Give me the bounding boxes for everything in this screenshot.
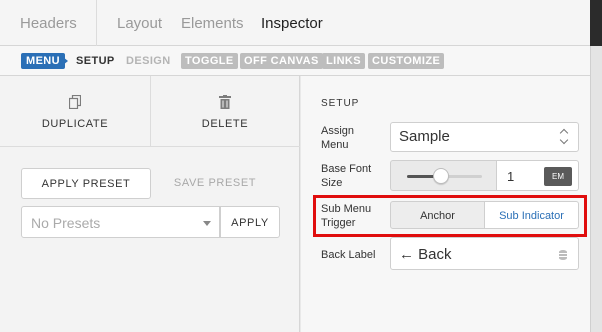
presets-select[interactable]: No Presets: [21, 206, 220, 238]
save-preset-button[interactable]: SAVE PRESET: [150, 168, 280, 199]
subnav-design[interactable]: DESIGN: [126, 53, 171, 69]
assign-menu-select[interactable]: Sample: [390, 122, 579, 152]
delete-button[interactable]: DELETE: [150, 76, 300, 147]
font-size-input[interactable]: 1 EM: [497, 160, 579, 191]
trigger-option-sub-indicator[interactable]: Sub Indicator: [485, 201, 579, 229]
tab-divider: [96, 0, 97, 46]
back-label-input[interactable]: ← Back: [390, 237, 579, 270]
back-label-label: Back Label: [321, 249, 376, 261]
assign-menu-value: Sample: [399, 128, 450, 145]
tab-elements[interactable]: Elements: [181, 0, 244, 46]
tab-headers[interactable]: Headers: [20, 0, 77, 46]
back-label-value: ← Back: [399, 246, 452, 263]
duplicate-button[interactable]: DUPLICATE: [0, 76, 150, 147]
subnav-off-canvas[interactable]: OFF CANVAS: [240, 53, 323, 69]
duplicate-label: DUPLICATE: [41, 118, 109, 130]
sub-nav: MENU SETUP DESIGN TOGGLE OFF CANVAS LINK…: [0, 46, 590, 76]
action-row: DUPLICATE DELETE: [0, 76, 300, 147]
unit-button[interactable]: EM: [544, 167, 572, 186]
delete-label: DELETE: [201, 118, 249, 130]
tab-inspector[interactable]: Inspector: [261, 0, 323, 46]
setup-panel: SETUP Assign Menu Sample Base Font Size …: [301, 76, 590, 332]
subnav-toggle[interactable]: TOGGLE: [181, 53, 238, 69]
apply-button[interactable]: APPLY: [220, 206, 280, 238]
section-title: SETUP: [321, 98, 360, 109]
trash-icon: [150, 95, 300, 112]
subnav-setup[interactable]: SETUP: [76, 53, 115, 69]
font-size-slider[interactable]: [390, 160, 497, 191]
tab-layout[interactable]: Layout: [117, 0, 162, 46]
top-tab-bar: Headers Layout Elements Inspector: [0, 0, 590, 46]
select-arrows-icon: [559, 128, 570, 145]
database-icon[interactable]: [559, 250, 567, 260]
breadcrumb-arrow-icon: [63, 57, 68, 65]
presets-panel: DUPLICATE DELETE APPLY PRESET SAVE PRESE…: [0, 76, 300, 332]
apply-preset-button[interactable]: APPLY PRESET: [21, 168, 151, 199]
slider-handle[interactable]: [432, 168, 449, 184]
subnav-customize[interactable]: CUSTOMIZE: [368, 53, 445, 69]
subnav-links[interactable]: LINKS: [322, 53, 365, 69]
duplicate-icon: [0, 94, 150, 112]
assign-menu-label: Assign Menu: [321, 125, 355, 151]
sub-menu-trigger-label: Sub Menu Trigger: [321, 203, 372, 229]
base-font-size-label: Base Font Size: [321, 163, 372, 189]
subnav-menu[interactable]: MENU: [21, 53, 65, 69]
font-size-value: 1: [507, 169, 515, 184]
presets-select-value: No Presets: [31, 215, 101, 231]
chevron-down-icon: [203, 221, 211, 226]
trigger-option-anchor[interactable]: Anchor: [390, 201, 485, 229]
right-edge: [590, 0, 602, 332]
